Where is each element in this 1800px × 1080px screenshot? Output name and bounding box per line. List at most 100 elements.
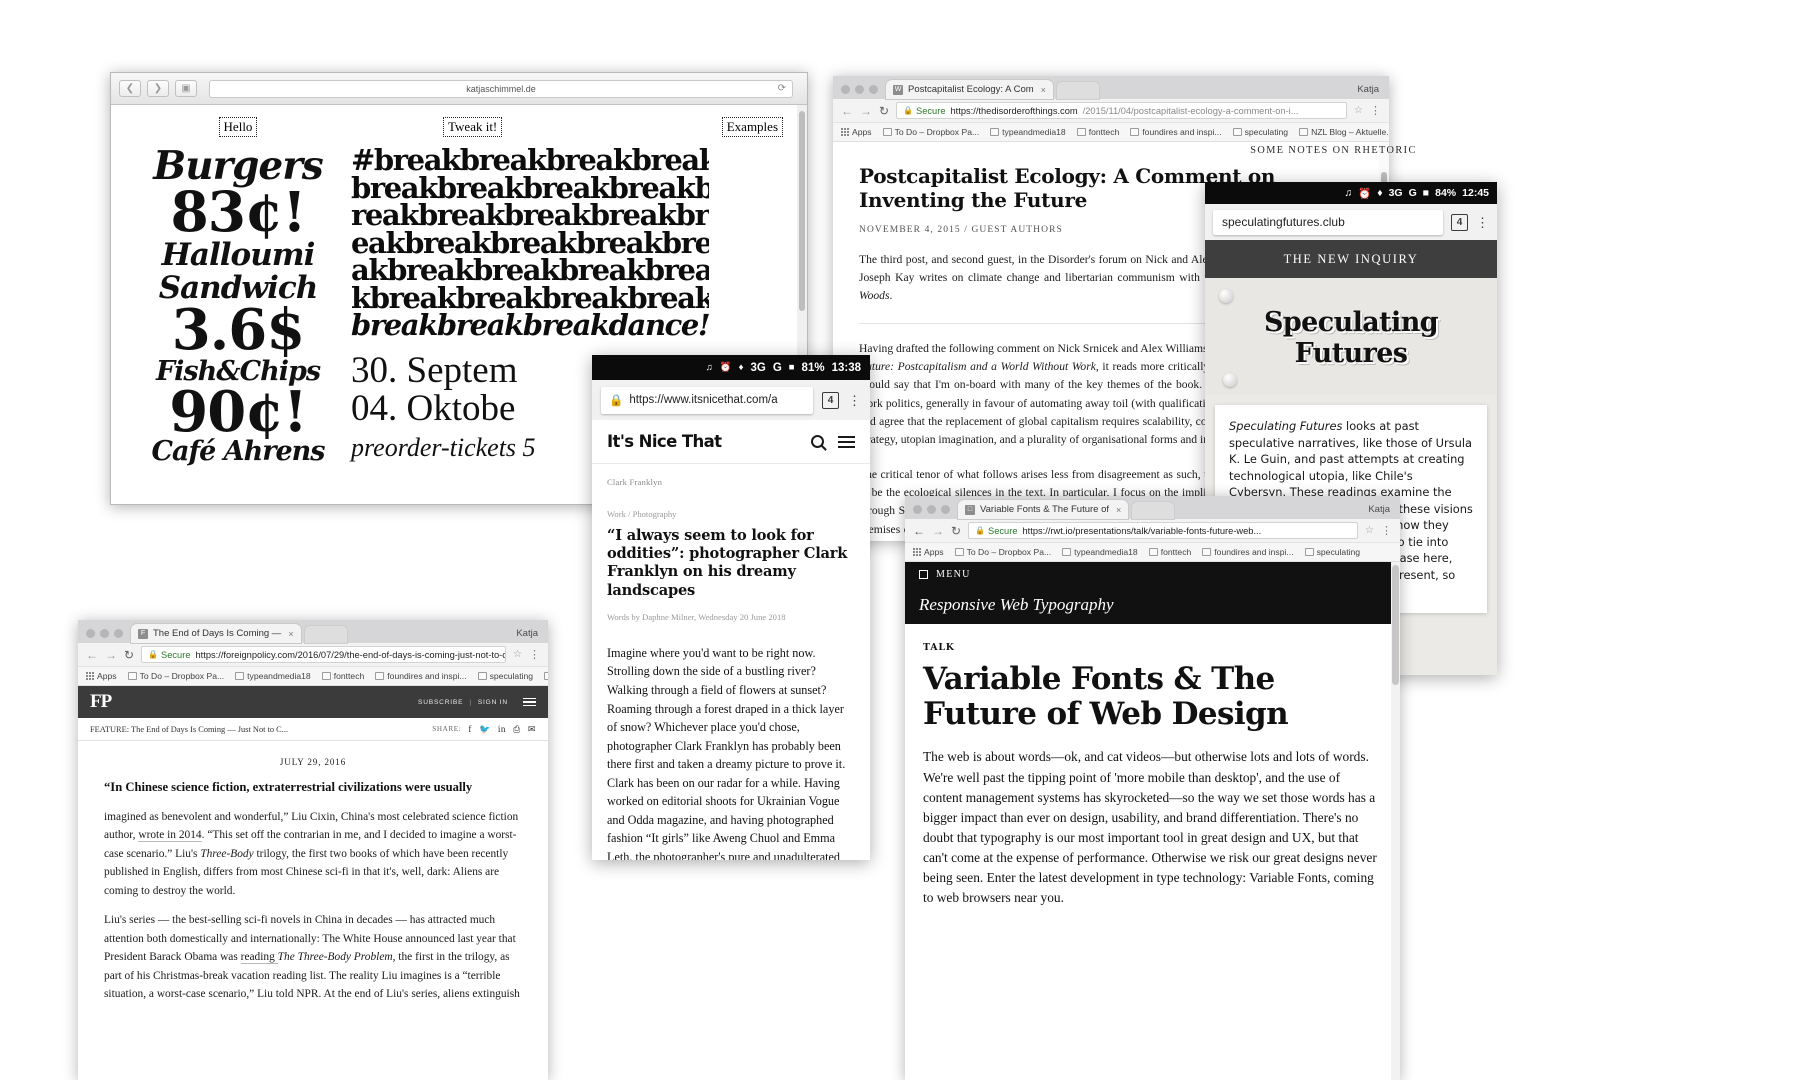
browser-tab[interactable]: W Postcapitalist Ecology: A Com × — [886, 80, 1053, 99]
close-icon[interactable] — [841, 85, 850, 94]
browser-tab[interactable]: F The End of Days Is Coming — × — [131, 624, 301, 643]
inline-link[interactable]: reading — [240, 951, 278, 965]
bookmark-item[interactable]: speculating — [477, 671, 533, 681]
profile-name[interactable]: Katja — [1357, 84, 1379, 95]
bookmark-item[interactable]: foundires and inspi... — [1202, 547, 1294, 557]
fp-header-links[interactable]: SUBSCRIBE | SIGN IN — [418, 697, 536, 707]
address-bar[interactable]: 🔒 Secure https://thedisorderofthings.com… — [896, 102, 1348, 119]
new-tab-button[interactable] — [1132, 502, 1175, 519]
browser-tab[interactable]: □ Variable Fonts & The Future of × — [958, 500, 1129, 519]
tab-count-button[interactable]: 4 — [1451, 213, 1468, 231]
forward-icon[interactable]: ❯ — [147, 80, 169, 97]
chrome-omnibox-bar[interactable]: ← → ↻ 🔒 Secure https://rwt.io/presentati… — [905, 519, 1400, 543]
safari-address-bar[interactable]: katjaschimmel.de ⟳ — [209, 79, 793, 98]
tab-count-button[interactable]: 4 — [822, 391, 839, 409]
address-bar[interactable]: 🔒 Secure https://foreignpolicy.com/2016/… — [141, 646, 507, 663]
article-category[interactable]: Work / Photography — [607, 509, 855, 519]
bookmark-item[interactable]: typeandmedia18 — [1062, 547, 1138, 557]
foreignpolicy-window[interactable]: F The End of Days Is Coming — × Katja ← … — [78, 620, 548, 1080]
safari-toolbar[interactable]: ❮ ❯ ▣ katjaschimmel.de ⟳ — [111, 73, 807, 105]
linkedin-icon[interactable]: in — [498, 724, 506, 734]
minimize-icon[interactable] — [100, 629, 109, 638]
scrollbar-thumb[interactable] — [1392, 565, 1399, 685]
window-controls[interactable] — [84, 629, 131, 643]
forward-icon[interactable]: → — [105, 648, 117, 662]
minimize-icon[interactable] — [927, 505, 936, 514]
bookmark-item[interactable]: speculating — [1232, 127, 1288, 137]
bookmark-star-icon[interactable]: ☆ — [1354, 105, 1363, 116]
new-tab-button[interactable] — [304, 626, 347, 643]
close-icon[interactable] — [86, 629, 95, 638]
tag-hello[interactable]: Hello — [218, 117, 258, 137]
site-logo[interactable]: It's Nice That — [607, 432, 722, 451]
bookmark-item[interactable]: typeandmedia18 — [235, 671, 311, 681]
kebab-menu-icon[interactable]: ⋮ — [848, 394, 861, 407]
chrome-menu-icon[interactable]: ⋮ — [529, 649, 540, 660]
menu-label[interactable]: MENU — [936, 569, 971, 580]
close-tab-icon[interactable]: × — [288, 629, 293, 639]
bookmark-star-icon[interactable]: ☆ — [513, 649, 522, 660]
site-header[interactable]: It's Nice That — [592, 420, 870, 464]
facebook-icon[interactable]: f — [468, 724, 472, 734]
address-bar[interactable]: 🔒 Secure https://rwt.io/presentations/ta… — [968, 522, 1359, 539]
chrome-menu-icon[interactable]: ⋮ — [1370, 105, 1381, 116]
chrome-tabstrip[interactable]: F The End of Days Is Coming — × Katja — [78, 620, 548, 643]
minimize-icon[interactable] — [855, 85, 864, 94]
page-scrollbar[interactable] — [1391, 562, 1400, 1080]
chrome-tabstrip[interactable]: □ Variable Fonts & The Future of × Katja — [905, 496, 1400, 519]
profile-name[interactable]: Katja — [516, 628, 538, 639]
reload-icon[interactable]: ⟳ — [778, 83, 786, 94]
bookmark-item[interactable]: foundires and inspi... — [1130, 127, 1222, 137]
window-controls[interactable] — [839, 85, 886, 99]
signin-link[interactable]: SIGN IN — [478, 699, 508, 706]
close-tab-icon[interactable]: × — [1041, 85, 1046, 95]
bookmark-item[interactable]: To Do – Dropbox Pa... — [954, 547, 1051, 557]
share-group[interactable]: SHARE: f 🐦 in ⎙ ✉ — [432, 724, 536, 735]
bookmark-apps[interactable]: Apps — [841, 127, 872, 137]
bookmark-item[interactable]: typeandmedia18 — [990, 127, 1066, 137]
itsnicethat-phone[interactable]: ♫ ⏰ ♦ 3G G ■ 81% 13:38 🔒 https://www.its… — [592, 355, 870, 860]
header-actions[interactable] — [811, 435, 855, 448]
window-controls[interactable] — [911, 505, 958, 519]
bookmark-star-icon[interactable]: ☆ — [1365, 525, 1374, 536]
zoom-icon[interactable] — [114, 629, 123, 638]
forward-icon[interactable]: → — [932, 524, 944, 538]
back-icon[interactable]: ❮ — [119, 80, 141, 97]
rwt-window[interactable]: □ Variable Fonts & The Future of × Katja… — [905, 496, 1400, 1080]
chrome-tabstrip[interactable]: W Postcapitalist Ecology: A Com × Katja — [833, 76, 1389, 99]
hamburger-menu-icon[interactable] — [838, 435, 855, 448]
inline-link[interactable]: wrote in 2014 — [138, 829, 202, 843]
chrome-omnibox-bar[interactable]: ← → ↻ 🔒 Secure https://foreignpolicy.com… — [78, 643, 548, 667]
forward-icon[interactable]: → — [860, 104, 872, 118]
site-menu-bar[interactable]: MENU — [905, 562, 1400, 586]
bookmark-item[interactable]: fonttech — [321, 671, 364, 681]
hamburger-menu-icon[interactable] — [523, 697, 536, 707]
bookmark-item[interactable]: NZL Blog – Aktuelle... — [1299, 127, 1389, 137]
tag-examples[interactable]: Examples — [721, 117, 783, 137]
chrome-menu-icon[interactable]: ⋮ — [1381, 525, 1392, 536]
bookmark-item[interactable]: foundires and inspi... — [375, 671, 467, 681]
profile-name[interactable]: Katja — [1368, 504, 1390, 515]
tag-tweak[interactable]: Tweak it! — [443, 117, 503, 137]
close-icon[interactable] — [913, 505, 922, 514]
search-icon[interactable] — [811, 435, 824, 448]
twitter-icon[interactable]: 🐦 — [479, 724, 491, 735]
bookmark-item[interactable]: fonttech — [1148, 547, 1191, 557]
subscribe-link[interactable]: SUBSCRIBE — [418, 699, 463, 706]
bookmark-item[interactable]: To Do – Dropbox Pa... — [127, 671, 224, 681]
back-icon[interactable]: ← — [841, 104, 853, 118]
bookmarks-bar[interactable]: Apps To Do – Dropbox Pa... typeandmedia1… — [905, 543, 1400, 562]
scrollbar-thumb[interactable] — [799, 111, 805, 311]
fp-logo[interactable]: FP — [90, 691, 112, 713]
sidebar-icon[interactable]: ▣ — [175, 80, 197, 97]
mobile-omnibox[interactable]: speculatingfutures.club 4 ⋮ — [1205, 204, 1497, 240]
back-icon[interactable]: ← — [86, 648, 98, 662]
bookmarks-bar[interactable]: Apps To Do – Dropbox Pa... typeandmedia1… — [78, 667, 548, 686]
mobile-address-bar[interactable]: speculatingfutures.club — [1213, 209, 1443, 235]
chrome-omnibox-bar[interactable]: ← → ↻ 🔒 Secure https://thedisorderofthin… — [833, 99, 1389, 123]
bookmark-item[interactable]: To Do – Dropbox Pa... — [882, 127, 979, 137]
reload-icon[interactable]: ↻ — [879, 104, 889, 118]
print-icon[interactable]: ⎙ — [513, 724, 521, 735]
mobile-address-bar[interactable]: 🔒 https://www.itsnicethat.com/a — [601, 386, 813, 414]
zoom-icon[interactable] — [869, 85, 878, 94]
